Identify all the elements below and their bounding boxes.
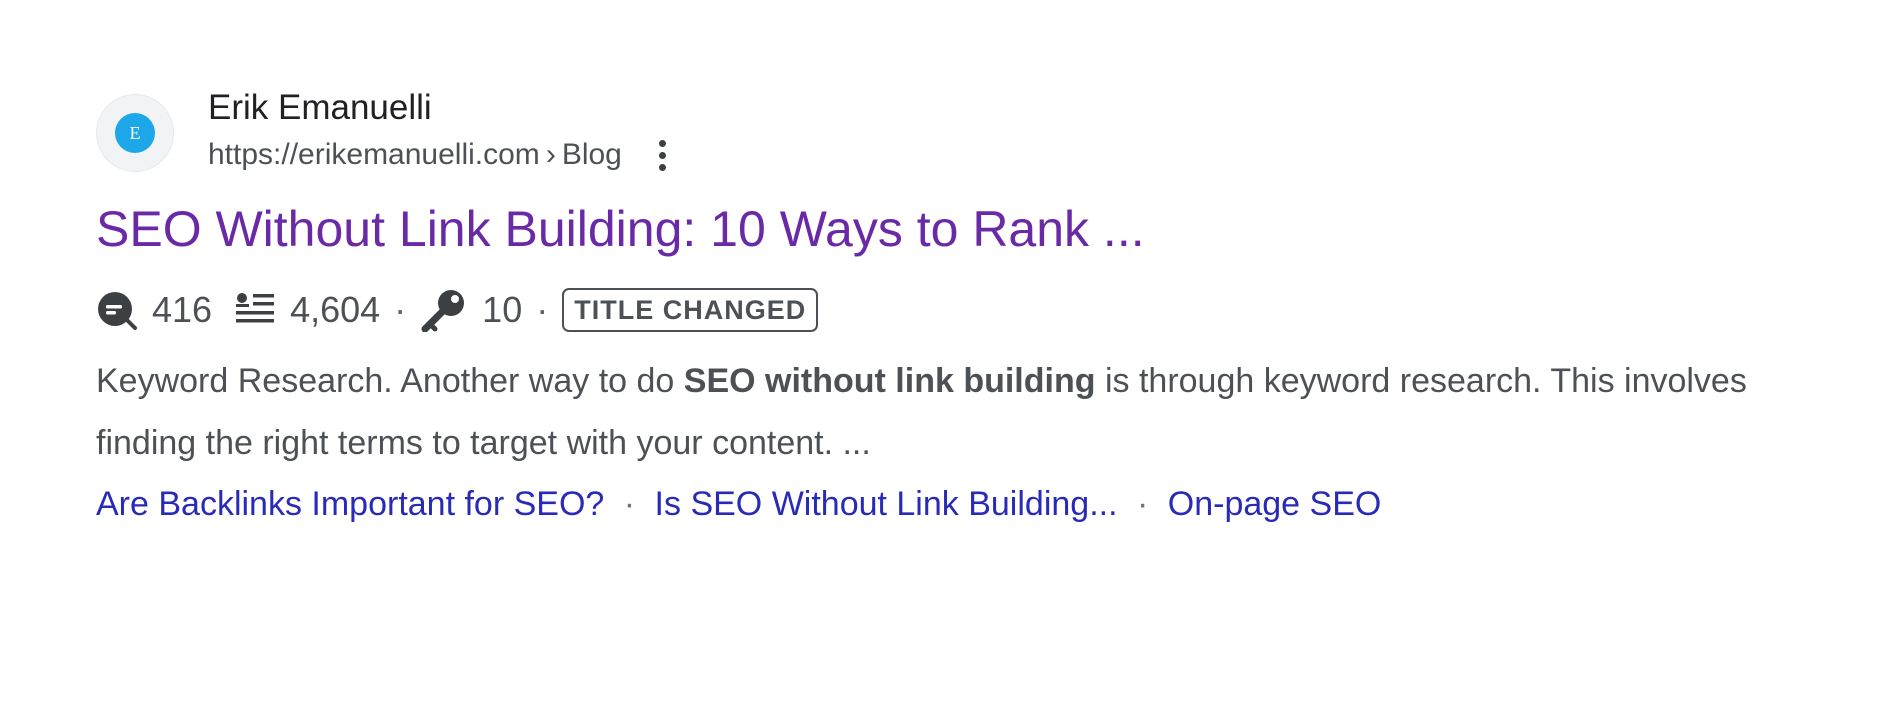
favicon-letter: E xyxy=(129,123,141,143)
key-icon xyxy=(420,288,468,332)
result-title-link[interactable]: SEO Without Link Building: 10 Ways to Ra… xyxy=(96,199,1856,259)
site-url-row: https://erikemanuelli.com › Blog xyxy=(208,135,668,175)
more-vert-icon[interactable] xyxy=(658,135,668,175)
search-chat-icon xyxy=(96,289,138,331)
site-url[interactable]: https://erikemanuelli.com xyxy=(208,135,540,175)
sitelinks: Are Backlinks Important for SEO? · Is SE… xyxy=(96,482,1856,526)
site-header: E Erik Emanuelli https://erikemanuelli.c… xyxy=(96,88,1856,184)
favicon[interactable]: E xyxy=(96,94,174,172)
metric-separator: · xyxy=(394,289,407,330)
sitelink-backlinks-important[interactable]: Are Backlinks Important for SEO? xyxy=(96,485,604,523)
title-changed-badge: TITLE CHANGED xyxy=(562,288,819,332)
list-lines-icon xyxy=(234,291,276,329)
metric-keywords-value: 416 xyxy=(152,289,213,330)
metric-backlinks-value: 10 xyxy=(482,289,523,330)
snippet-highlight: SEO without link building xyxy=(683,362,1096,400)
site-info: Erik Emanuelli https://erikemanuelli.com… xyxy=(208,88,668,175)
sitelink-seo-without-link-building[interactable]: Is SEO Without Link Building... xyxy=(655,485,1118,523)
breadcrumb[interactable]: Blog xyxy=(562,135,622,175)
site-name[interactable]: Erik Emanuelli xyxy=(208,87,668,129)
metric-words-value: 4,604 xyxy=(290,289,381,330)
sitelink-separator: · xyxy=(1136,485,1149,523)
sitelink-on-page-seo[interactable]: On-page SEO xyxy=(1168,485,1382,523)
search-result: E Erik Emanuelli https://erikemanuelli.c… xyxy=(96,88,1856,526)
breadcrumb-separator: › xyxy=(545,138,556,171)
metric-separator: · xyxy=(536,289,549,330)
result-snippet: Keyword Research. Another way to do SEO … xyxy=(96,350,1856,474)
favicon-icon: E xyxy=(115,113,155,153)
snippet-text: Keyword Research. Another way to do xyxy=(96,362,684,400)
sitelink-separator: · xyxy=(623,485,636,523)
seo-metrics-row: 416 4,604 · 10 · TITLE CHANGED xyxy=(96,282,1856,338)
